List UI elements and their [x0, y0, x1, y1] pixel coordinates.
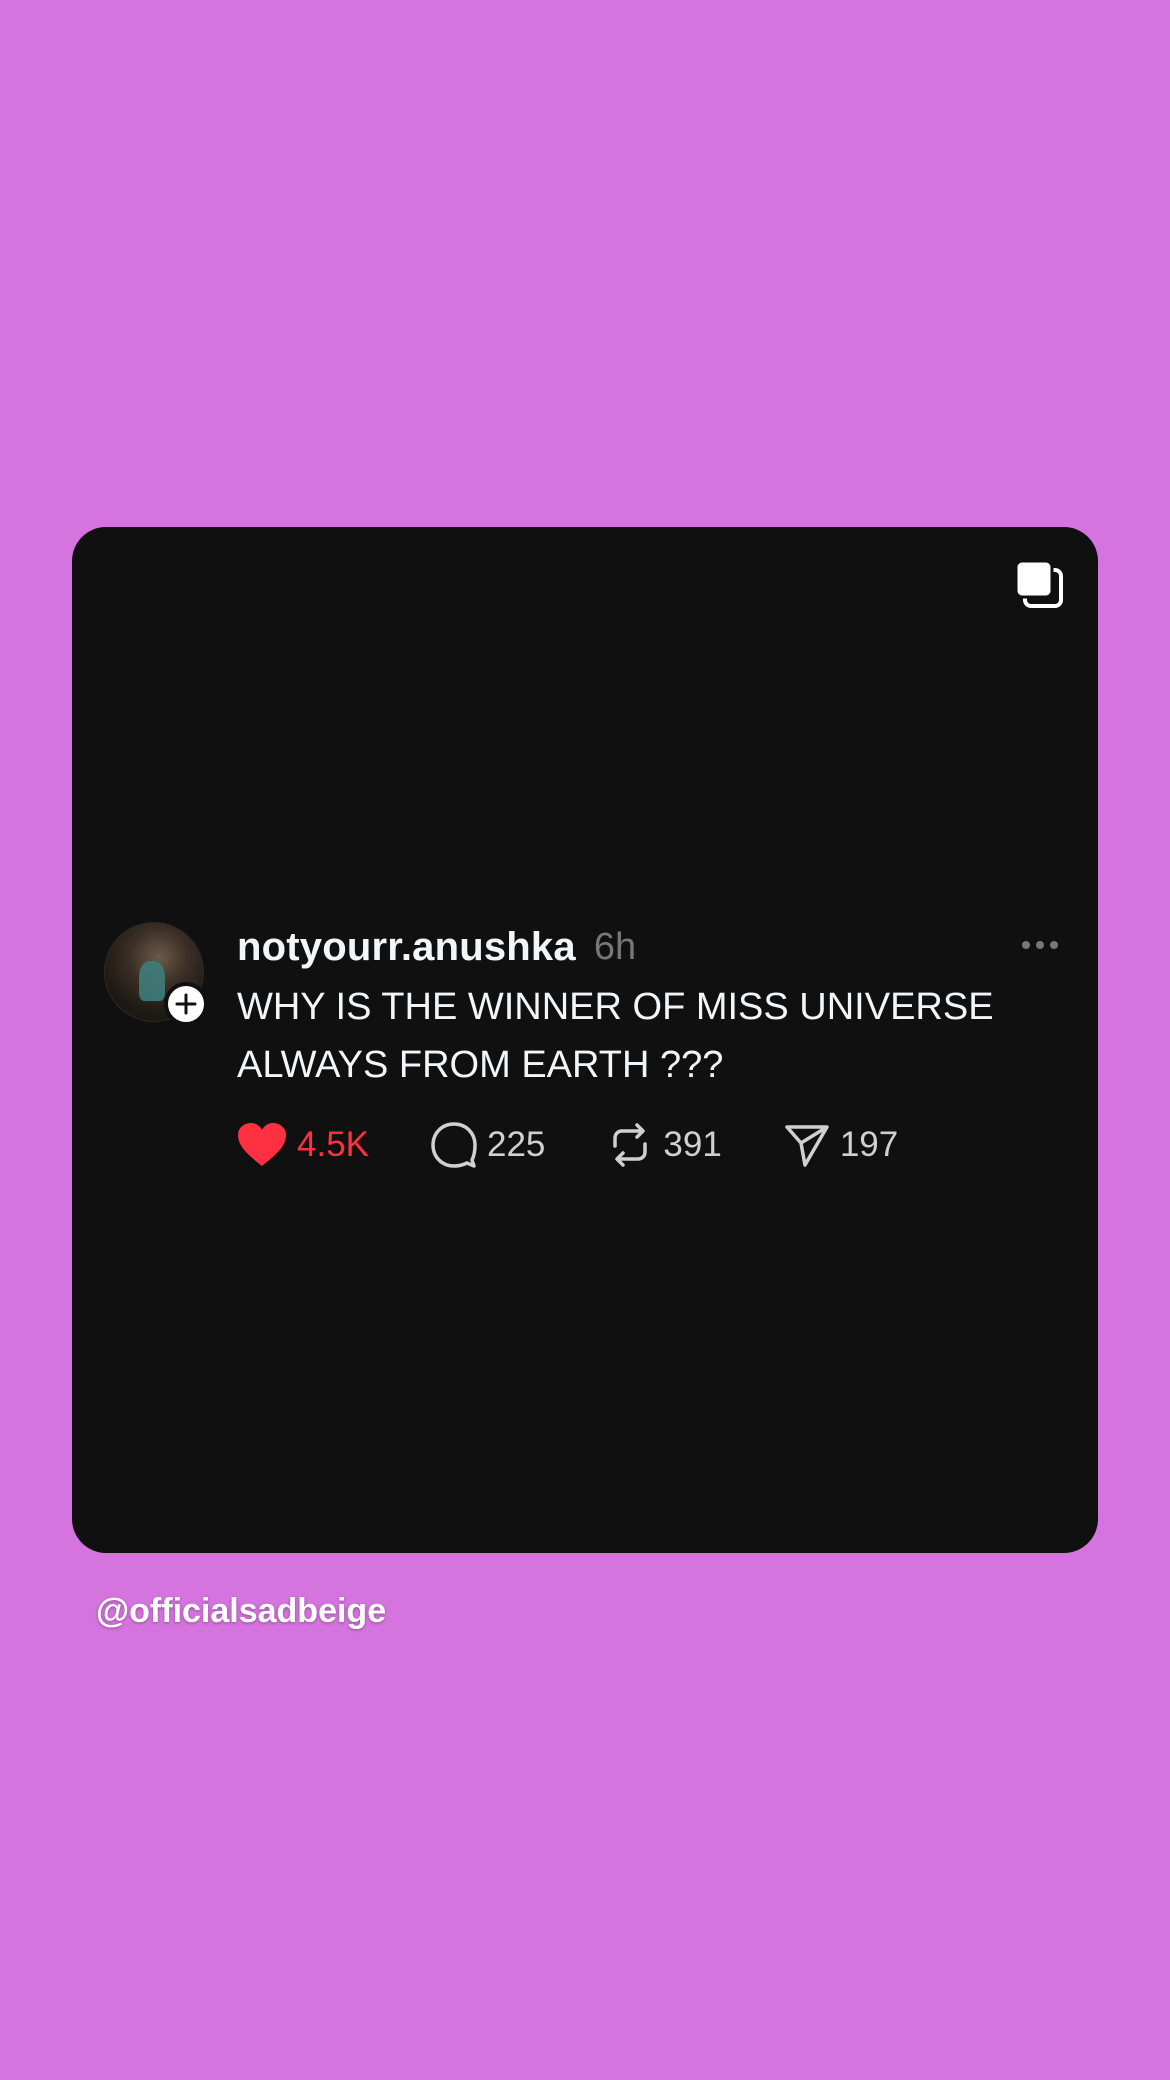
more-icon[interactable] — [1020, 930, 1060, 960]
send-icon — [785, 1125, 829, 1167]
threads-post-card: notyourr.anushka 6h WHY IS THE WINNER OF… — [72, 527, 1098, 1553]
post-time: 6h — [593, 925, 637, 968]
post-text: WHY IS THE WINNER OF MISS UNIVERSE ALWAY… — [237, 986, 994, 1086]
repost-icon — [613, 1123, 648, 1167]
comment-button[interactable]: 225 — [431, 1122, 545, 1168]
post-header: notyourr.anushka 6h — [237, 922, 1066, 972]
comment-icon — [431, 1122, 477, 1168]
heart-icon — [238, 1123, 286, 1166]
username[interactable]: notyourr.anushka — [237, 925, 576, 970]
share-button[interactable]: 197 — [784, 1122, 898, 1168]
follow-button[interactable] — [164, 982, 208, 1026]
repost-count: 391 — [663, 1125, 722, 1164]
share-count: 197 — [839, 1125, 899, 1164]
like-button[interactable]: 4.5K — [237, 1122, 369, 1168]
credit-handle: @officialsadbeige — [96, 1592, 387, 1630]
avatar-container[interactable] — [104, 922, 208, 1026]
plus-icon — [175, 993, 197, 1015]
post-actions: 4.5K 225 391 197 — [237, 1122, 960, 1168]
like-count: 4.5K — [297, 1125, 369, 1164]
comment-count: 225 — [487, 1125, 546, 1164]
repost-button[interactable]: 391 — [607, 1122, 722, 1168]
carousel-icon — [1014, 559, 1063, 608]
